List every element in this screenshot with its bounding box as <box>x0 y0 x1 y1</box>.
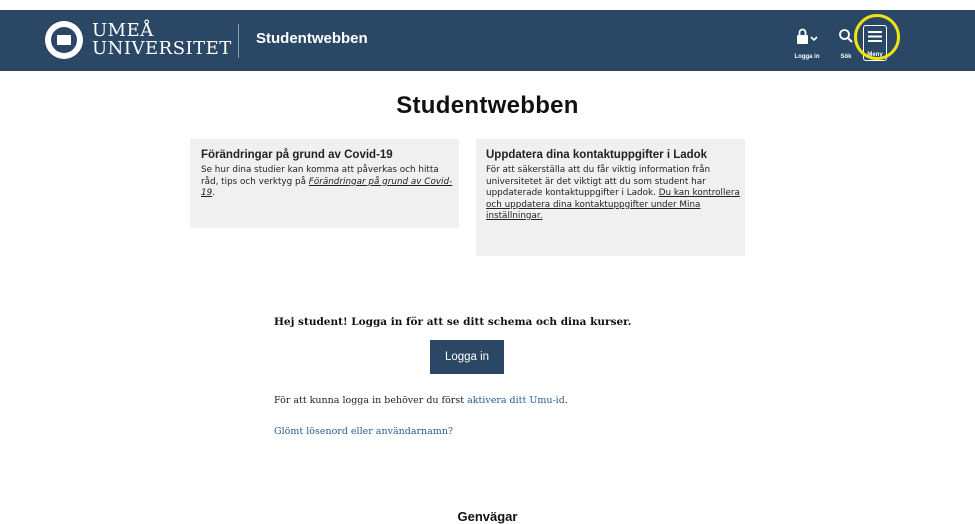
menu-highlight-circle <box>854 14 900 60</box>
search-nav-label: Sök <box>840 54 852 60</box>
ladok-card-title: Uppdatera dina kontaktuppgifter i Ladok <box>486 149 708 161</box>
activate-text-end: . <box>564 395 568 406</box>
site-header: UMEÅ UNIVERSITET Studentwebben Logga in … <box>0 10 975 71</box>
covid-card-title: Förändringar på grund av Covid-19 <box>201 149 393 161</box>
forgot-password-link[interactable]: Glömt lösenord eller användarnamn? <box>274 426 453 437</box>
login-greeting: Hej student! Logga in för att se ditt sc… <box>274 316 632 328</box>
ladok-info-card: Uppdatera dina kontaktuppgifter i Ladok … <box>476 139 745 256</box>
header-divider <box>238 24 239 58</box>
ladok-card-body: För att säkerställa att du får viktig in… <box>486 165 741 223</box>
shortcuts-heading: Genvägar <box>457 509 518 524</box>
search-icon <box>839 29 853 43</box>
activate-text: För att kunna logga in behöver du först <box>274 395 468 406</box>
lock-icon <box>797 28 818 44</box>
login-button[interactable]: Logga in <box>430 340 504 374</box>
login-nav-button[interactable]: Logga in <box>792 26 822 62</box>
site-title-link[interactable]: Studentwebben <box>256 30 368 47</box>
university-wordmark[interactable]: UMEÅ UNIVERSITET <box>92 22 232 58</box>
activate-umu-id-link[interactable]: aktivera ditt Umu-id <box>467 395 565 406</box>
covid-info-card: Förändringar på grund av Covid-19 Se hur… <box>190 139 459 228</box>
covid-card-text-end: . <box>212 188 215 198</box>
university-seal-logo[interactable] <box>45 21 83 59</box>
covid-card-body: Se hur dina studier kan komma att påverk… <box>201 165 456 200</box>
wordmark-line2: UNIVERSITET <box>92 38 232 59</box>
login-nav-label: Logga in <box>794 54 820 60</box>
activate-umu-id-text: För att kunna logga in behöver du först … <box>274 395 568 406</box>
seal-building-icon <box>57 35 71 45</box>
page-title: Studentwebben <box>396 92 579 119</box>
